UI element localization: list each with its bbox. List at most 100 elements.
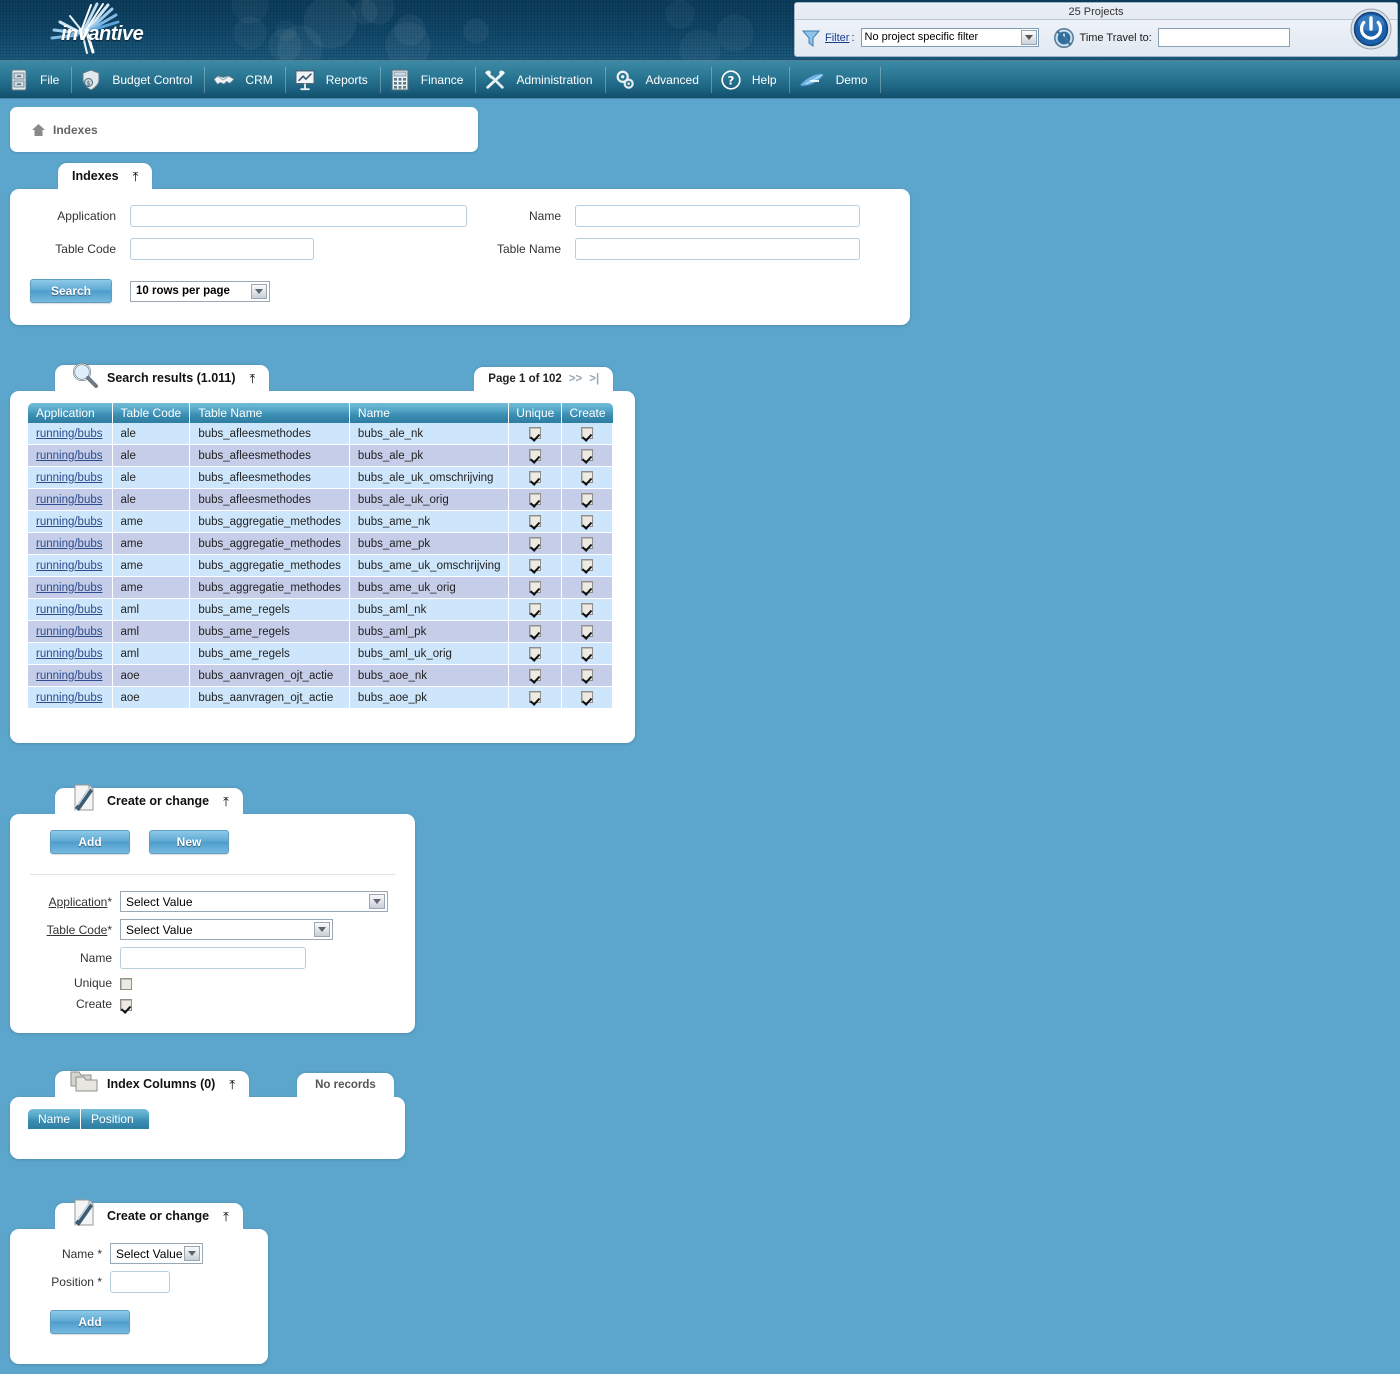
filter-link[interactable]: Filter	[825, 32, 849, 44]
col-name[interactable]: Name	[350, 403, 510, 423]
unique-checkbox[interactable]	[529, 625, 541, 637]
create-checkbox[interactable]	[581, 537, 593, 549]
chevron-up-icon[interactable]: ⤒	[229, 1078, 235, 1091]
cc-name-input[interactable]	[120, 947, 306, 969]
menu-item-help[interactable]: ? Help	[712, 61, 789, 99]
menu-item-reports[interactable]: Reports	[286, 61, 380, 99]
create-checkbox[interactable]	[581, 625, 593, 637]
application-link[interactable]: running/bubs	[36, 428, 103, 440]
application-link[interactable]: running/bubs	[36, 582, 103, 594]
create-checkbox[interactable]	[581, 449, 593, 461]
col-table-name[interactable]: Table Name	[190, 403, 350, 423]
create-checkbox[interactable]	[581, 691, 593, 703]
application-link[interactable]: running/bubs	[36, 494, 103, 506]
unique-checkbox[interactable]	[529, 581, 541, 593]
cc-unique-checkbox[interactable]	[120, 978, 132, 990]
application-link[interactable]: running/bubs	[36, 516, 103, 528]
create-checkbox[interactable]	[581, 559, 593, 571]
menu-item-budget-control[interactable]: $ Budget Control	[72, 61, 204, 99]
power-icon[interactable]	[1350, 8, 1392, 50]
col-ic-name[interactable]: Name	[28, 1109, 81, 1129]
application-link[interactable]: running/bubs	[36, 604, 103, 616]
create-checkbox[interactable]	[581, 603, 593, 615]
chevron-up-icon[interactable]: ⤒	[133, 170, 139, 183]
c2-add-button[interactable]: Add	[50, 1310, 130, 1334]
unique-checkbox[interactable]	[529, 559, 541, 571]
unique-checkbox[interactable]	[529, 603, 541, 615]
table-row[interactable]: running/bubsamlbubs_ame_regelsbubs_aml_n…	[28, 599, 613, 621]
chevron-down-icon[interactable]	[1021, 30, 1037, 45]
table-row[interactable]: running/bubsaoebubs_aanvragen_ojt_actieb…	[28, 687, 613, 709]
col-create[interactable]: Create	[562, 403, 613, 423]
create-checkbox[interactable]	[581, 493, 593, 505]
menu-item-advanced[interactable]: Advanced	[606, 61, 711, 99]
application-link[interactable]: running/bubs	[36, 450, 103, 462]
menu-item-finance[interactable]: Finance	[381, 61, 476, 99]
search-results-tab[interactable]: Search results (1.011) ⤒	[55, 365, 269, 391]
unique-checkbox[interactable]	[529, 493, 541, 505]
create-checkbox[interactable]	[581, 669, 593, 681]
cc-create-checkbox[interactable]	[120, 999, 132, 1011]
unique-checkbox[interactable]	[529, 449, 541, 461]
create-or-change-tab[interactable]: Create or change ⤒	[55, 788, 243, 814]
menu-item-file[interactable]: File	[0, 61, 71, 99]
unique-checkbox[interactable]	[529, 515, 541, 527]
col-unique[interactable]: Unique	[509, 403, 562, 423]
chevron-up-icon[interactable]: ⤒	[223, 1210, 229, 1223]
add-button[interactable]: Add	[50, 830, 130, 854]
col-ic-position[interactable]: Position	[81, 1109, 149, 1129]
create-or-change-column-tab[interactable]: Create or change ⤒	[55, 1203, 243, 1229]
application-link[interactable]: running/bubs	[36, 648, 103, 660]
unique-checkbox[interactable]	[529, 691, 541, 703]
create-checkbox[interactable]	[581, 427, 593, 439]
table-code-input[interactable]	[130, 238, 314, 260]
search-button[interactable]: Search	[30, 279, 112, 303]
application-link[interactable]: running/bubs	[36, 670, 103, 682]
cc-table-code-select[interactable]: Select Value	[120, 919, 333, 940]
cc-table-code-label-text[interactable]: Table Code	[47, 923, 108, 937]
chevron-down-icon[interactable]	[369, 894, 385, 909]
name-input[interactable]	[575, 205, 860, 227]
table-row[interactable]: running/bubsalebubs_afleesmethodesbubs_a…	[28, 445, 613, 467]
table-row[interactable]: running/bubsamlbubs_ame_regelsbubs_aml_u…	[28, 643, 613, 665]
unique-checkbox[interactable]	[529, 427, 541, 439]
chevron-down-icon[interactable]	[314, 922, 330, 937]
c2-name-select[interactable]: Select Value	[110, 1243, 203, 1264]
chevron-down-icon[interactable]	[184, 1246, 200, 1261]
table-row[interactable]: running/bubsaoebubs_aanvragen_ojt_actieb…	[28, 665, 613, 687]
table-name-input[interactable]	[575, 238, 860, 260]
index-columns-tab[interactable]: Index Columns (0) ⤒	[55, 1071, 249, 1097]
col-application[interactable]: Application	[28, 403, 113, 423]
indexes-region-tab[interactable]: Indexes ⤒	[58, 163, 152, 189]
table-row[interactable]: running/bubsalebubs_afleesmethodesbubs_a…	[28, 467, 613, 489]
chevron-up-icon[interactable]: ⤒	[223, 795, 229, 808]
menu-item-crm[interactable]: CRM	[205, 61, 284, 99]
create-checkbox[interactable]	[581, 647, 593, 659]
chevron-down-icon[interactable]	[251, 284, 267, 299]
unique-checkbox[interactable]	[529, 537, 541, 549]
unique-checkbox[interactable]	[529, 669, 541, 681]
time-travel-input[interactable]	[1158, 28, 1290, 47]
table-row[interactable]: running/bubsamebubs_aggregatie_methodesb…	[28, 577, 613, 599]
cc-application-label-text[interactable]: Application	[49, 895, 108, 909]
create-checkbox[interactable]	[581, 581, 593, 593]
menu-item-administration[interactable]: Administration	[476, 61, 604, 99]
project-filter-select[interactable]: No project specific filter	[861, 28, 1039, 47]
chevron-up-icon[interactable]: ⤒	[250, 372, 256, 385]
table-row[interactable]: running/bubsamebubs_aggregatie_methodesb…	[28, 533, 613, 555]
create-checkbox[interactable]	[581, 515, 593, 527]
application-link[interactable]: running/bubs	[36, 538, 103, 550]
table-row[interactable]: running/bubsalebubs_afleesmethodesbubs_a…	[28, 423, 613, 445]
table-row[interactable]: running/bubsalebubs_afleesmethodesbubs_a…	[28, 489, 613, 511]
create-checkbox[interactable]	[581, 471, 593, 483]
table-row[interactable]: running/bubsamlbubs_ame_regelsbubs_aml_p…	[28, 621, 613, 643]
col-table-code[interactable]: Table Code	[113, 403, 191, 423]
application-link[interactable]: running/bubs	[36, 626, 103, 638]
application-link[interactable]: running/bubs	[36, 560, 103, 572]
application-input[interactable]	[130, 205, 467, 227]
unique-checkbox[interactable]	[529, 471, 541, 483]
application-link[interactable]: running/bubs	[36, 472, 103, 484]
c2-position-input[interactable]	[110, 1271, 170, 1293]
new-button[interactable]: New	[149, 830, 229, 854]
menu-item-demo[interactable]: Demo	[790, 61, 880, 99]
